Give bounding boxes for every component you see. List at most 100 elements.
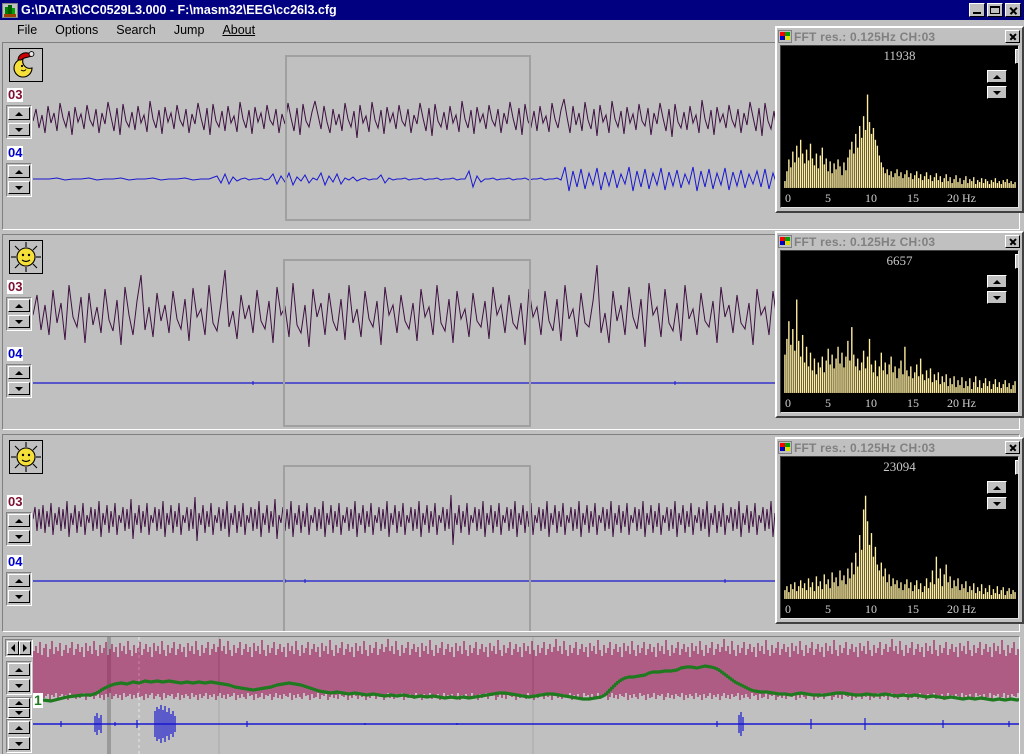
fft-2-tick-15: 15 xyxy=(907,396,919,410)
fft-3-tick-5: 5 xyxy=(825,602,831,616)
fft-1-title: FFT res.: 0.125Hz CH:03 xyxy=(794,29,936,44)
fft-1-plot-area[interactable]: 11938 0 5 10 15 20 Hz xyxy=(780,45,1019,208)
fft-1-tick-5: 5 xyxy=(825,191,831,205)
panel-2-ch04-spinner xyxy=(6,364,32,398)
fft-2-tick-10: 10 xyxy=(865,396,877,410)
overview-spinner-1 xyxy=(6,661,32,695)
fft-window-icon xyxy=(778,235,792,248)
fft-window-3[interactable]: FFT res.: 0.125Hz CH:03 23094 0 5 10 15 … xyxy=(775,437,1024,624)
fft-window-icon xyxy=(778,30,792,43)
fft-2-frequency-axis: 0 5 10 15 20 Hz xyxy=(781,394,1018,412)
panel-3-ch04-spin-down[interactable] xyxy=(8,590,30,603)
fft-1-next-button[interactable] xyxy=(1015,49,1018,64)
fft-3-spectrum xyxy=(784,495,1016,599)
fft-window-1[interactable]: FFT res.: 0.125Hz CH:03 11938 0 5 10 15 … xyxy=(775,26,1024,213)
fft-3-tick-0: 0 xyxy=(785,602,791,616)
overview-spin1-down[interactable] xyxy=(8,679,30,692)
overview-spin1-up[interactable] xyxy=(8,663,30,676)
overview-spinner-3 xyxy=(6,719,32,753)
menu-item-options[interactable]: Options xyxy=(46,21,107,39)
panel-1-channel-04-label: 04 xyxy=(7,145,24,160)
close-button[interactable] xyxy=(1005,3,1021,17)
panel-3-ch04-spinner xyxy=(6,572,32,606)
fft-3-frequency-axis: 0 5 10 15 20 Hz xyxy=(781,600,1018,618)
fft-window-2[interactable]: FFT res.: 0.125Hz CH:03 6657 0 5 10 15 2… xyxy=(775,231,1024,418)
overview-scroll-right-button[interactable] xyxy=(19,641,31,655)
window-controls xyxy=(969,3,1021,17)
window-title: G:\DATA3\CC0529L3.000 - F:\masm32\EEG\cc… xyxy=(21,3,337,17)
fft-3-tick-20: 20 Hz xyxy=(947,602,976,616)
panel-3-channel-04-label: 04 xyxy=(7,554,24,569)
window-titlebar: G:\DATA3\CC0529L3.000 - F:\masm32\EEG\cc… xyxy=(0,0,1024,20)
fft-3-close-button[interactable] xyxy=(1005,441,1020,454)
minimize-button[interactable] xyxy=(969,3,985,17)
fft-1-spectrum xyxy=(784,94,1016,188)
panel-3-channel-03-label: 03 xyxy=(7,494,24,509)
panel-2-ch03-spinner xyxy=(6,297,32,331)
overview-spin2-down[interactable] xyxy=(8,708,30,718)
fft-3-peak-value: 23094 xyxy=(883,459,916,474)
overview-envelope-trace xyxy=(33,639,1019,701)
panel-1-ch03-spinner xyxy=(6,105,32,139)
panel-3-ch03-spin-up[interactable] xyxy=(8,514,30,527)
menu-item-about-label: About xyxy=(222,23,256,37)
fft-2-close-button[interactable] xyxy=(1005,235,1020,248)
panel-2-gutter: 03 04 xyxy=(3,235,43,429)
panel-2-channel-04-label: 04 xyxy=(7,346,24,361)
panel-1-ch03-spin-up[interactable] xyxy=(8,107,30,120)
eeg-application-window: G:\DATA3\CC0529L3.000 - F:\masm32\EEG\cc… xyxy=(0,0,1024,754)
app-trees-icon xyxy=(2,2,18,18)
fft-2-title: FFT res.: 0.125Hz CH:03 xyxy=(794,234,936,249)
overview-gutter xyxy=(3,637,33,754)
panel-2-ch04-spin-up[interactable] xyxy=(8,366,30,379)
fft-2-tick-5: 5 xyxy=(825,396,831,410)
panel-1-ch04-spin-down[interactable] xyxy=(8,181,30,194)
overview-spinner-2 xyxy=(6,697,32,719)
fft-3-plot-area[interactable]: 23094 0 5 10 15 20 Hz xyxy=(780,456,1019,619)
panel-3-ch03-spinner xyxy=(6,512,32,546)
maximize-button[interactable] xyxy=(987,3,1003,17)
fft-1-tick-0: 0 xyxy=(785,191,791,205)
fft-1-tick-10: 10 xyxy=(865,191,877,205)
panel-1-gutter: 03 04 xyxy=(3,43,43,229)
panel-2-ch03-spin-down[interactable] xyxy=(8,315,30,328)
overview-traces[interactable]: 1 xyxy=(33,637,1019,754)
fft-1-tick-20: 20 Hz xyxy=(947,191,976,205)
panel-3-ch04-spin-up[interactable] xyxy=(8,574,30,587)
fft-2-peak-value: 6657 xyxy=(886,253,913,268)
fft-2-tick-0: 0 xyxy=(785,396,791,410)
menu-item-jump[interactable]: Jump xyxy=(165,21,214,39)
menu-item-about[interactable]: About xyxy=(213,21,264,39)
fft-1-peak-value: 11938 xyxy=(883,48,916,63)
panel-2-ch03-spin-up[interactable] xyxy=(8,299,30,312)
overview-scroll-left-button[interactable] xyxy=(7,641,19,655)
panel-3-ch03-spin-down[interactable] xyxy=(8,530,30,543)
fft-2-spectrum xyxy=(784,299,1016,393)
overview-spin2-up[interactable] xyxy=(8,698,30,708)
fft-1-tick-15: 15 xyxy=(907,191,919,205)
panel-3-gutter: 03 04 xyxy=(3,435,43,631)
fft-3-tick-10: 10 xyxy=(865,602,877,616)
overview-svg xyxy=(33,637,1019,754)
fft-2-plot-area[interactable]: 6657 0 5 10 15 20 Hz xyxy=(780,250,1019,413)
fft-3-next-button[interactable] xyxy=(1015,460,1018,475)
fft-2-tick-20: 20 Hz xyxy=(947,396,976,410)
panel-1-channel-03-label: 03 xyxy=(7,87,24,102)
menu-item-file[interactable]: File xyxy=(8,21,46,39)
fft-1-close-button[interactable] xyxy=(1005,30,1020,43)
overview-scroll-buttons xyxy=(5,639,33,657)
menu-item-search[interactable]: Search xyxy=(107,21,165,39)
fft-2-next-button[interactable] xyxy=(1015,254,1018,269)
overview-spin3-down[interactable] xyxy=(8,737,30,750)
fft-2-titlebar: FFT res.: 0.125Hz CH:03 xyxy=(778,234,1021,249)
overview-panel[interactable]: 1 xyxy=(2,636,1020,754)
panel-1-ch04-spin-up[interactable] xyxy=(8,165,30,178)
fft-1-frequency-axis: 0 5 10 15 20 Hz xyxy=(781,189,1018,207)
panel-1-ch03-spin-down[interactable] xyxy=(8,123,30,136)
panel-2-channel-03-label: 03 xyxy=(7,279,24,294)
panel-2-ch04-spin-down[interactable] xyxy=(8,382,30,395)
panel-1-ch04-spinner xyxy=(6,163,32,197)
overview-spin3-up[interactable] xyxy=(8,721,30,734)
fft-1-titlebar: FFT res.: 0.125Hz CH:03 xyxy=(778,29,1021,44)
fft-3-title: FFT res.: 0.125Hz CH:03 xyxy=(794,440,936,455)
